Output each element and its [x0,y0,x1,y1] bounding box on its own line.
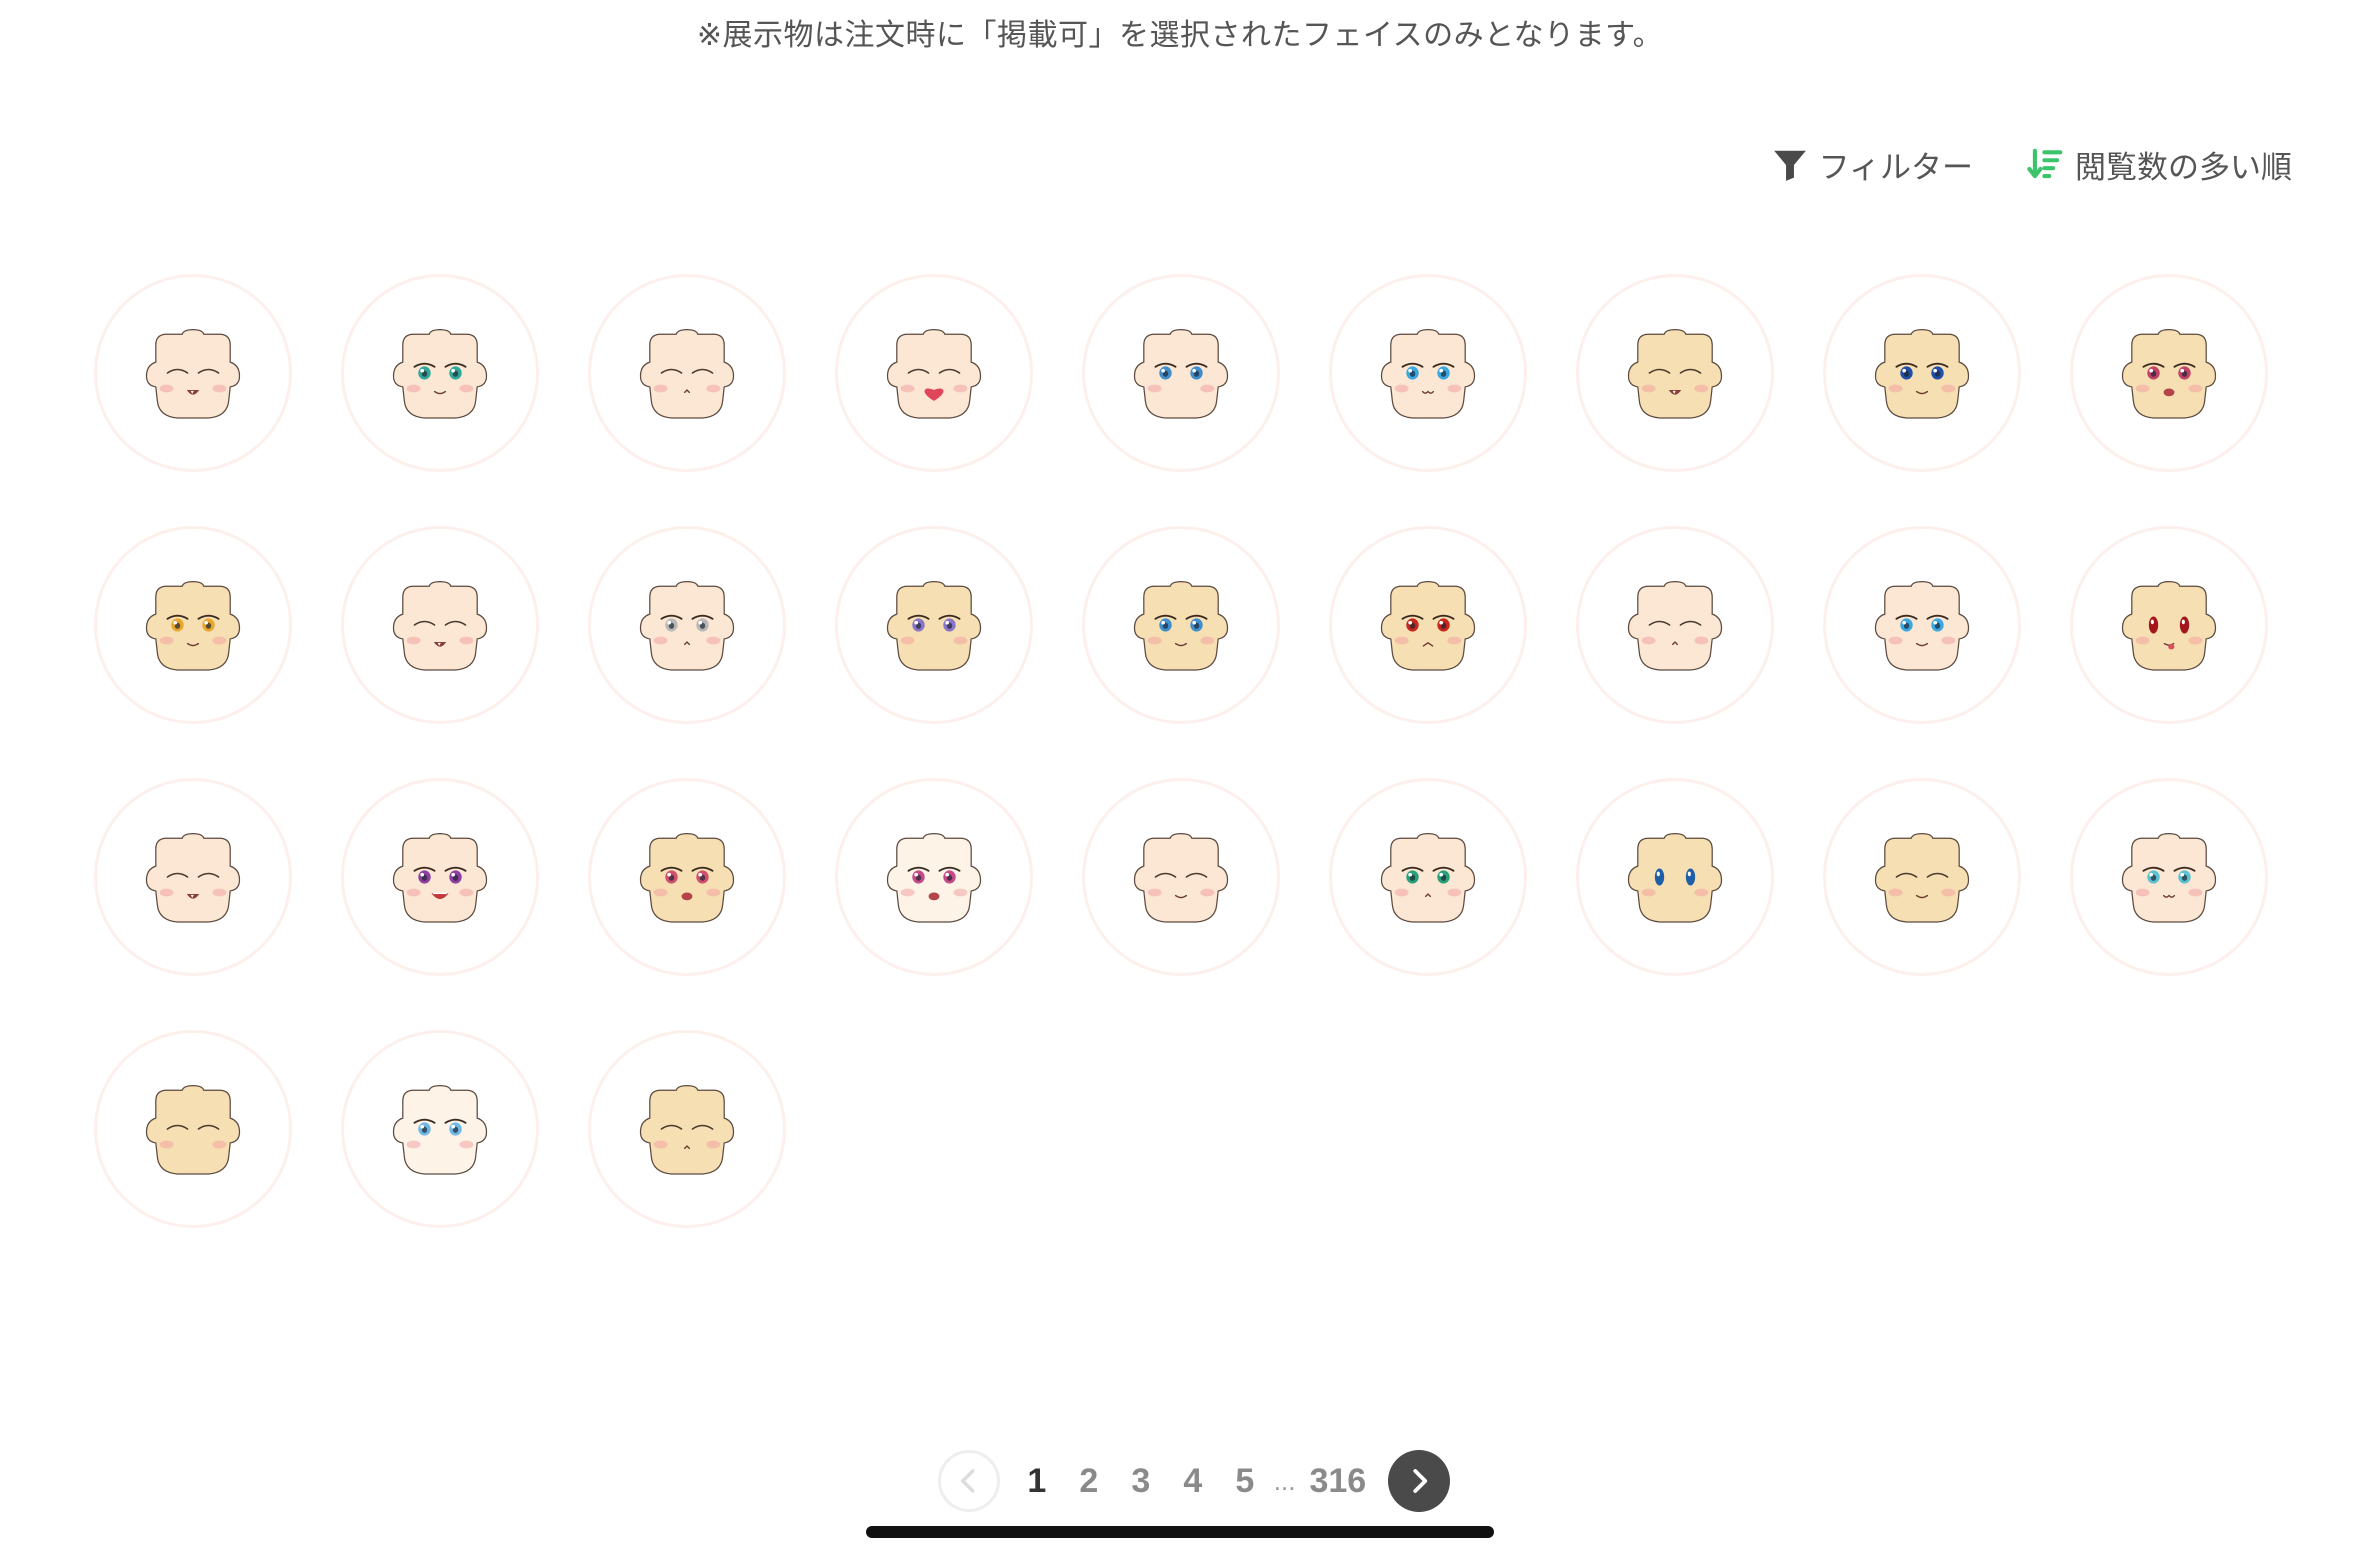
face-tile[interactable] [1329,778,1527,976]
chevron-right-icon [1413,1469,1428,1493]
face-tile[interactable] [1082,526,1280,724]
page-number-5[interactable]: 5 [1230,1462,1260,1501]
face-tile[interactable] [1576,778,1774,976]
face-thumbnail [1133,832,1229,923]
face-tile[interactable] [1823,778,2021,976]
face-thumbnail [392,832,488,923]
face-thumbnail [145,1084,241,1175]
sort-label: 閲覧数の多い順 [2075,150,2292,186]
face-tile[interactable] [2070,274,2268,472]
page-list: 12345 [1022,1462,1260,1501]
face-tile[interactable] [835,526,1033,724]
face-tile[interactable] [94,1030,292,1228]
face-thumbnail [639,832,735,923]
filter-button[interactable]: フィルター [1771,142,1973,187]
face-thumbnail [886,832,982,923]
next-page-button[interactable] [1388,1450,1451,1512]
face-thumbnail [1133,328,1229,419]
face-thumbnail [1380,580,1476,671]
pagination: 12345 ... 316 [0,1450,2360,1512]
face-thumbnail [392,1084,488,1175]
face-tile[interactable] [1576,526,1774,724]
face-tile[interactable] [835,274,1033,472]
previous-page-button[interactable] [937,1450,1000,1512]
sort-descending-icon [2027,146,2065,184]
sort-button[interactable]: 閲覧数の多い順 [2027,142,2292,187]
toolbar: フィルター 閲覧数の多い順 [1771,142,2292,187]
face-tile[interactable] [1082,274,1280,472]
face-thumbnail [1627,580,1723,671]
face-tile[interactable] [94,274,292,472]
face-tile[interactable] [2070,526,2268,724]
face-tile[interactable] [1823,274,2021,472]
page-number-4[interactable]: 4 [1178,1462,1208,1501]
page-ellipsis: ... [1273,1465,1296,1496]
notice-text: ※展示物は注文時に「掲載可」を選択されたフェイスのみとなります。 [696,18,1664,53]
page-number-2[interactable]: 2 [1074,1462,1104,1501]
face-tile[interactable] [588,274,786,472]
face-tile[interactable] [1329,274,1527,472]
page-number-1[interactable]: 1 [1022,1462,1052,1501]
face-thumbnail [1874,328,1970,419]
filter-label: フィルター [1818,150,1973,186]
face-thumbnail [392,328,488,419]
face-tile[interactable] [1576,274,1774,472]
chevron-left-icon [960,1469,975,1493]
face-grid [94,274,2274,1228]
face-thumbnail [886,328,982,419]
face-thumbnail [1380,832,1476,923]
face-thumbnail [1874,832,1970,923]
home-indicator [866,1526,1494,1538]
face-thumbnail [1380,328,1476,419]
face-thumbnail [145,328,241,419]
face-tile[interactable] [1082,778,1280,976]
face-thumbnail [2121,328,2217,419]
face-tile[interactable] [341,526,539,724]
filter-icon [1771,146,1809,184]
face-tile[interactable] [588,526,786,724]
face-thumbnail [639,328,735,419]
face-thumbnail [2121,832,2217,923]
face-tile[interactable] [341,778,539,976]
face-tile[interactable] [835,778,1033,976]
face-thumbnail [145,580,241,671]
face-thumbnail [1627,328,1723,419]
face-tile[interactable] [588,1030,786,1228]
face-tile[interactable] [588,778,786,976]
face-thumbnail [145,832,241,923]
face-thumbnail [392,580,488,671]
face-tile[interactable] [2070,778,2268,976]
face-thumbnail [639,1084,735,1175]
face-tile[interactable] [94,526,292,724]
face-thumbnail [886,580,982,671]
face-thumbnail [1627,832,1723,923]
face-tile[interactable] [341,1030,539,1228]
page-number-last[interactable]: 316 [1309,1462,1366,1501]
face-tile[interactable] [341,274,539,472]
face-thumbnail [1133,580,1229,671]
face-tile[interactable] [1823,526,2021,724]
face-thumbnail [2121,580,2217,671]
page-number-3[interactable]: 3 [1126,1462,1156,1501]
face-tile[interactable] [1329,526,1527,724]
face-thumbnail [639,580,735,671]
face-thumbnail [1874,580,1970,671]
face-tile[interactable] [94,778,292,976]
